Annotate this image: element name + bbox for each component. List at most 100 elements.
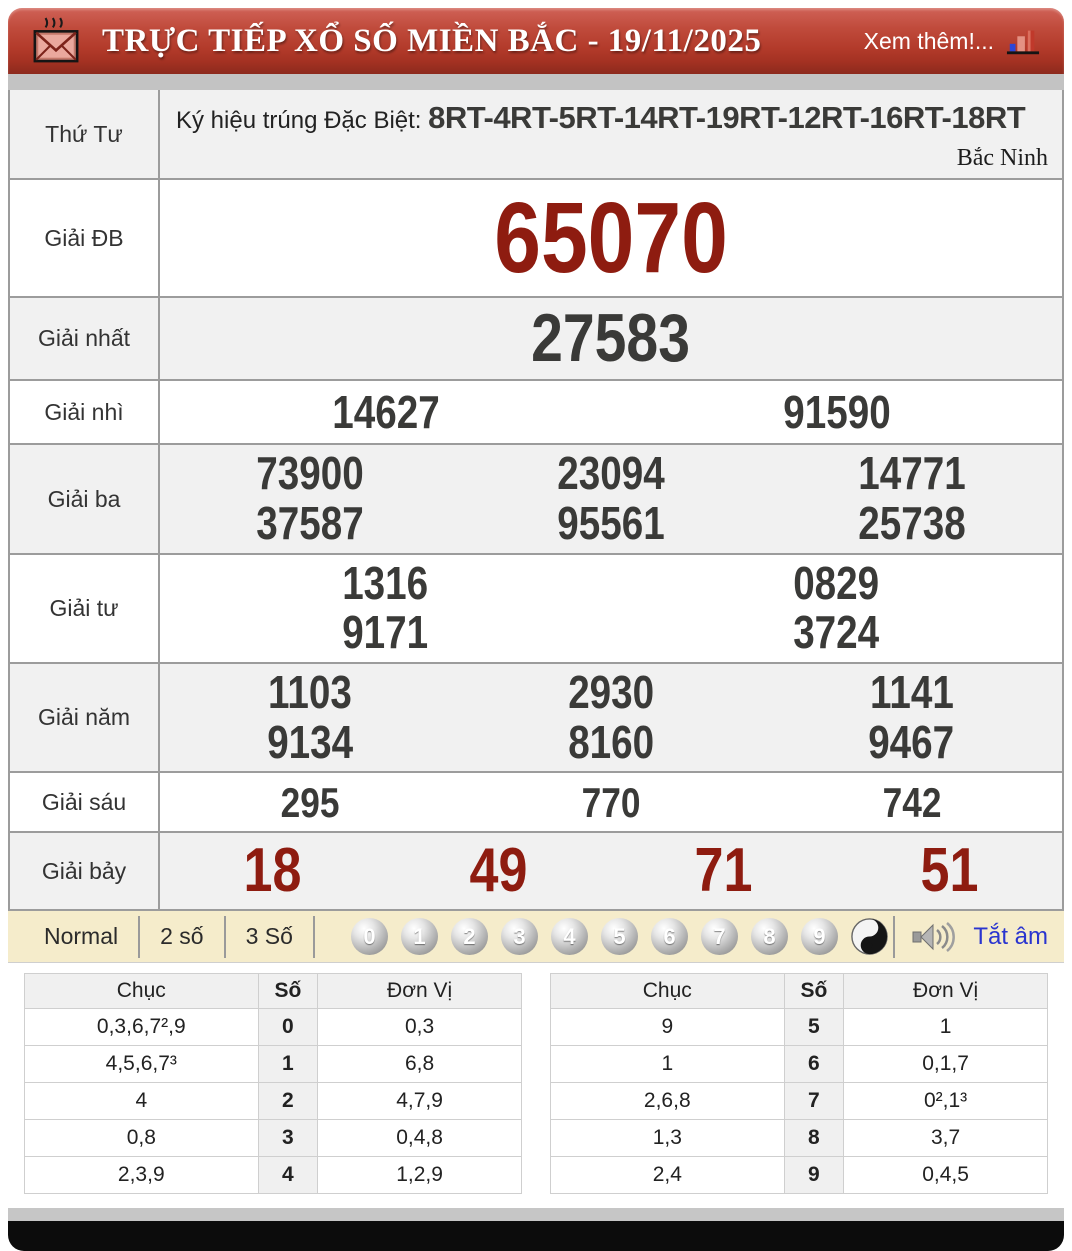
row-second-prize: Giải nhì 14627 91590 (10, 379, 1062, 444)
tens-cell: 0,3,6,7²,9 (24, 1008, 259, 1047)
row-draw-info: Thứ Tư Ký hiệu trúng Đặc Biệt: 8RT-4RT-5… (10, 90, 1062, 178)
digit-cell: 1 (257, 1045, 319, 1084)
units-cell: 4,7,9 (317, 1082, 522, 1121)
digit-cell: 2 (257, 1082, 319, 1121)
tens-cell: 9 (550, 1008, 785, 1047)
third-prize-number: 95561 (557, 497, 665, 550)
row-fifth-prize: Giải năm 1103 2930 1141 9134 8160 9467 (10, 662, 1062, 772)
tens-cell: 1,3 (550, 1119, 785, 1158)
digit-cell: 7 (783, 1082, 845, 1121)
col-header-digit: Số (783, 973, 845, 1010)
fourth-prize-number: 9171 (342, 606, 429, 659)
fifth-prize-number: 9467 (868, 715, 955, 768)
footer-bar (8, 1221, 1064, 1251)
tens-cell: 4,5,6,7³ (24, 1045, 259, 1084)
stats-row: 2,3,9 4 1,2,9 (24, 1156, 522, 1195)
stats-row: 2,4 9 0,4,5 (550, 1156, 1048, 1195)
see-more-link[interactable]: Xem thêm!... (864, 26, 1040, 56)
units-cell: 0,4,5 (843, 1156, 1048, 1195)
digit-cell: 3 (257, 1119, 319, 1158)
digit-ball-6[interactable]: 6 (650, 918, 688, 956)
digit-ball-0[interactable]: 0 (350, 918, 388, 956)
mute-sound-link[interactable]: Tắt âm (973, 923, 1048, 951)
fifth-prize-number: 9134 (267, 715, 354, 768)
digit-ball-5[interactable]: 5 (600, 918, 638, 956)
col-header-units: Đơn Vị (843, 973, 1048, 1010)
mode-normal[interactable]: Normal (24, 923, 138, 950)
units-cell: 6,8 (317, 1045, 522, 1084)
stats-row: 2,6,8 7 0²,1³ (550, 1082, 1048, 1121)
col-header-units: Đơn Vị (317, 973, 522, 1010)
prize-label-nhat: Giải nhất (10, 298, 160, 380)
special-symbol-cell: Ký hiệu trúng Đặc Biệt: 8RT-4RT-5RT-14RT… (160, 90, 1062, 178)
page-title: TRỰC TIẾP XỔ SỐ MIỀN BẮC - 19/11/2025 (102, 22, 762, 59)
province-name: Bắc Ninh (956, 145, 1048, 171)
hot-envelope-icon (33, 17, 79, 63)
sixth-prize-number: 742 (882, 778, 942, 826)
second-prize-number: 91590 (782, 385, 891, 438)
fifth-prize-number: 1103 (268, 666, 353, 719)
weekday-label: Thứ Tư (10, 90, 160, 178)
sixth-prize-number: 295 (280, 778, 340, 826)
mode-2-digits[interactable]: 2 số (140, 923, 223, 950)
toolbar-separator (312, 915, 315, 958)
fifth-prize-number: 1141 (869, 666, 954, 719)
units-cell: 3,7 (843, 1119, 1048, 1158)
seventh-prize-number: 51 (920, 835, 979, 905)
digit-ball-8[interactable]: 8 (750, 918, 788, 956)
digit-ball-7[interactable]: 7 (700, 918, 738, 956)
tens-cell: 2,3,9 (24, 1156, 259, 1195)
digit-ball-9[interactable]: 9 (800, 918, 838, 956)
fifth-prize-number: 2930 (568, 666, 654, 719)
prize-label-bay: Giải bảy (10, 833, 160, 910)
row-seventh-prize: Giải bảy 18 49 71 51 (10, 831, 1062, 910)
mode-3-digits[interactable]: 3 Số (226, 923, 313, 950)
units-cell: 0,3 (317, 1008, 522, 1047)
third-prize-number: 14771 (857, 447, 966, 500)
third-prize-number: 23094 (557, 447, 665, 500)
tens-cell: 0,8 (24, 1119, 259, 1158)
see-more-label: Xem thêm!... (863, 27, 994, 54)
first-prize-number: 27583 (531, 300, 691, 376)
results-table: Thứ Tư Ký hiệu trúng Đặc Biệt: 8RT-4RT-5… (8, 90, 1064, 912)
digit-cell: 5 (783, 1008, 845, 1047)
footer-divider-strip (8, 1208, 1064, 1222)
sixth-prize-number: 770 (581, 778, 641, 826)
stats-row: 4 2 4,7,9 (24, 1082, 522, 1121)
symbol-label: Ký hiệu trúng Đặc Biệt: (176, 107, 429, 134)
digit-ball-3[interactable]: 3 (500, 918, 538, 956)
fourth-prize-number: 3724 (793, 606, 880, 659)
stats-table-right: Chục Số Đơn Vị 9 5 1 1 6 0,1,7 2,6,8 7 0… (550, 973, 1048, 1195)
digit-statistics: Chục Số Đơn Vị 0,3,6,7²,9 0 0,3 4,5,6,7³… (8, 963, 1064, 1207)
digit-ball-1[interactable]: 1 (400, 918, 438, 956)
tens-cell: 1 (550, 1045, 785, 1084)
prize-label-ba: Giải ba (10, 445, 160, 553)
display-mode-toolbar: Normal 2 số 3 Số 0 1 2 3 4 5 6 7 8 9 Tắt… (8, 911, 1064, 964)
col-header-tens: Chục (550, 973, 785, 1010)
tens-cell: 2,4 (550, 1156, 785, 1195)
prize-label-tu: Giải tư (10, 554, 160, 663)
units-cell: 0,4,8 (317, 1119, 522, 1158)
prize-label-sau: Giải sáu (10, 773, 160, 832)
stats-row: 1 6 0,1,7 (550, 1045, 1048, 1084)
prize-label-nhi: Giải nhì (10, 381, 160, 444)
third-prize-number: 73900 (256, 447, 365, 500)
header-bar: TRỰC TIẾP XỔ SỐ MIỀN BẮC - 19/11/2025 Xe… (8, 8, 1064, 74)
stats-table-left: Chục Số Đơn Vị 0,3,6,7²,9 0 0,3 4,5,6,7³… (24, 973, 522, 1195)
tens-cell: 4 (24, 1082, 259, 1121)
yin-yang-ball-icon[interactable] (851, 918, 888, 956)
stats-row: 9 5 1 (550, 1008, 1048, 1047)
row-first-prize: Giải nhất 27583 (10, 296, 1062, 380)
fifth-prize-number: 8160 (568, 715, 654, 768)
lottery-page: TRỰC TIẾP XỔ SỐ MIỀN BẮC - 19/11/2025 Xe… (8, 8, 1064, 1251)
prize-label-db: Giải ĐB (10, 180, 160, 296)
digit-cell: 0 (257, 1008, 319, 1047)
digit-ball-2[interactable]: 2 (450, 918, 488, 956)
stats-row: 0,3,6,7²,9 0 0,3 (24, 1008, 522, 1047)
bar-chart-icon (1006, 30, 1040, 55)
units-cell: 0,1,7 (843, 1045, 1048, 1084)
fourth-prize-number: 1316 (342, 556, 429, 609)
tens-cell: 2,6,8 (550, 1082, 785, 1121)
speaker-icon[interactable] (911, 921, 957, 953)
digit-ball-4[interactable]: 4 (550, 918, 588, 956)
